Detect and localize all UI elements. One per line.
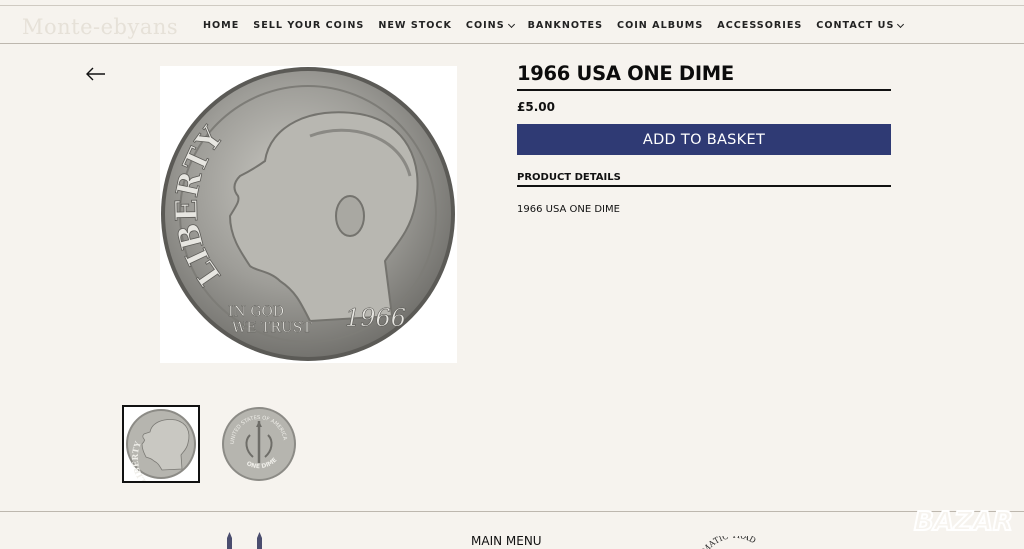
nav-accessories-label: ACCESSORIES — [717, 20, 803, 31]
badge-text: MATIC TRAD — [701, 536, 758, 549]
chevron-down-icon — [507, 20, 515, 28]
footer-main-menu-heading: MAIN MENU — [471, 534, 542, 548]
nav-contact-label: CONTACT US — [816, 20, 895, 31]
nav-banknotes-label: BANKNOTES — [527, 20, 604, 31]
nav-coins[interactable]: COINS — [465, 20, 515, 31]
chevron-down-icon — [897, 20, 905, 28]
watermark-text: BAZAR — [914, 507, 1013, 537]
product-details-text: 1966 USA ONE DIME — [517, 204, 620, 215]
svg-text:WE TRUST: WE TRUST — [232, 320, 312, 336]
coin-year: 1966 — [345, 304, 406, 332]
thumbnail-reverse[interactable]: UNITED STATES OF AMERICA ONE DIME — [220, 405, 298, 483]
nav-sell-your-coins[interactable]: SELL YOUR COINS — [253, 20, 364, 31]
svg-text:IN GOD: IN GOD — [228, 304, 284, 320]
nav-coin-albums-label: COIN ALBUMS — [617, 20, 704, 31]
thumbnail-obverse[interactable]: LIBERTY — [122, 405, 200, 486]
main-nav: HOME SELL YOUR COINS NEW STOCK COINS BAN… — [203, 20, 917, 31]
coin-obverse-image: LIBERTY IN GOD WE TRUST 1966 — [161, 67, 455, 361]
back-arrow-icon[interactable] — [85, 64, 107, 84]
nav-contact-us[interactable]: CONTACT US — [816, 20, 905, 31]
add-to-basket-button[interactable]: ADD TO BASKET — [517, 124, 891, 155]
site-header: Monte-ebyans HOME SELL YOUR COINS NEW ST… — [0, 6, 1024, 44]
coin-obverse-thumb: LIBERTY — [126, 409, 196, 486]
product-details-heading[interactable]: PRODUCT DETAILS — [517, 172, 891, 187]
footer-divider — [0, 511, 1024, 512]
numismatic-badge-icon[interactable]: MATIC TRAD — [700, 536, 770, 549]
nav-coin-albums[interactable]: COIN ALBUMS — [617, 20, 703, 31]
bazar-watermark-logo: BAZAR — [913, 506, 1014, 538]
nav-home-label: HOME — [203, 20, 240, 31]
site-logo[interactable]: Monte-ebyans — [22, 15, 178, 39]
product-main-image[interactable]: LIBERTY IN GOD WE TRUST 1966 — [160, 66, 457, 363]
product-title: 1966 USA ONE DIME — [517, 62, 891, 91]
nav-new-stock-label: NEW STOCK — [378, 20, 452, 31]
nav-home[interactable]: HOME — [203, 20, 239, 31]
nav-sell-label: SELL YOUR COINS — [253, 20, 365, 31]
footer-logo-icon[interactable] — [225, 532, 269, 549]
nav-accessories[interactable]: ACCESSORIES — [717, 20, 802, 31]
nav-new-stock[interactable]: NEW STOCK — [378, 20, 452, 31]
nav-banknotes[interactable]: BANKNOTES — [528, 20, 603, 31]
coin-reverse-thumb: UNITED STATES OF AMERICA ONE DIME — [222, 407, 296, 481]
nav-coins-label: COINS — [465, 20, 505, 31]
product-price: £5.00 — [517, 100, 555, 114]
